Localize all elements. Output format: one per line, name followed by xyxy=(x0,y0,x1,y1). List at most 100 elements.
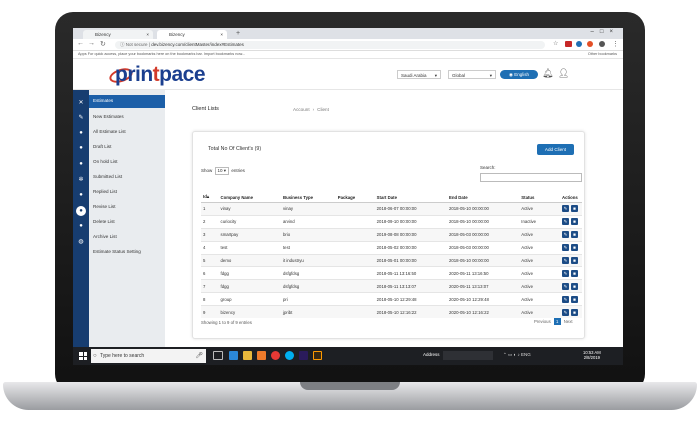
col-company[interactable]: Company Name xyxy=(218,192,281,203)
premiere-icon[interactable] xyxy=(299,351,308,360)
delete-icon[interactable]: ■ xyxy=(571,269,578,277)
windows-start-icon[interactable] xyxy=(79,352,87,360)
taskbar-search-input[interactable]: ○ Type here to search 🎤︎ xyxy=(91,349,206,363)
cog-icon[interactable]: ✲ xyxy=(73,176,89,184)
system-tray[interactable]: ⌃ ▭ ◐ ♪ ENG xyxy=(503,352,531,358)
sidebar-item-revise[interactable]: Revise List xyxy=(93,204,115,210)
chrome-icon[interactable] xyxy=(271,351,280,360)
folder-icon[interactable] xyxy=(243,351,252,360)
user-icon[interactable]: 👤︎ xyxy=(558,68,569,79)
delete-icon[interactable]: ■ xyxy=(571,308,578,316)
skype-icon[interactable] xyxy=(285,351,294,360)
users-icon[interactable]: ● xyxy=(73,160,89,168)
extension-icon[interactable] xyxy=(565,41,572,47)
star-icon[interactable]: ☆ xyxy=(553,40,558,47)
cell-actions: ✎ ■ xyxy=(560,214,582,229)
sidebar-item-on-hold[interactable]: On hold List xyxy=(93,159,118,165)
illustrator-icon[interactable] xyxy=(313,351,322,360)
language-indicator[interactable]: ENG xyxy=(521,352,531,357)
group-icon[interactable]: ● xyxy=(73,222,89,230)
entries-value: 10 xyxy=(217,168,223,173)
globe-icon[interactable]: ◍ xyxy=(73,238,89,246)
table-row: 1 vinay vinay 2018-06-07 00:00:00 2018-0… xyxy=(201,202,582,216)
edge-icon[interactable] xyxy=(229,351,238,360)
taskbar-address-input[interactable] xyxy=(443,351,493,360)
delete-icon[interactable]: ■ xyxy=(571,257,578,264)
col-start-date[interactable]: Start Date xyxy=(374,192,447,203)
sidebar-item-all-estimates[interactable]: All Estimate List xyxy=(93,129,126,135)
delete-icon[interactable]: ■ xyxy=(571,244,578,252)
browser-tab-1[interactable]: Bizency × xyxy=(83,30,153,39)
language-button[interactable]: ◉ English xyxy=(500,70,538,79)
task-view-icon[interactable] xyxy=(213,351,223,360)
table-row: 3 smartpay brio 2019-08-08 00:00:00 2018… xyxy=(201,227,582,242)
col-package[interactable]: Package xyxy=(335,192,375,203)
country-select[interactable]: Saudi Arabia ▾ xyxy=(397,70,441,79)
delete-icon[interactable]: ■ xyxy=(571,205,578,213)
back-icon[interactable]: ← xyxy=(77,40,84,47)
prev-page-button[interactable]: Previous xyxy=(534,319,551,324)
cell-id: 7 xyxy=(201,279,219,293)
edit-icon[interactable]: ✎ xyxy=(562,269,569,277)
close-icon[interactable]: × xyxy=(220,30,223,39)
group-icon[interactable]: ● xyxy=(73,191,89,199)
edit-icon[interactable]: ✎ xyxy=(562,308,569,316)
edit-icon[interactable]: ✎ xyxy=(562,218,569,226)
sidebar-item-label[interactable]: Estimates xyxy=(93,98,113,104)
edit-icon[interactable]: ✎ xyxy=(562,205,569,213)
sidebar-item-archive[interactable]: Archive List xyxy=(93,234,117,240)
delete-icon[interactable]: ■ xyxy=(571,231,578,239)
col-status[interactable]: Status xyxy=(519,192,560,203)
edit-icon[interactable]: ✎ xyxy=(562,282,569,290)
reload-icon[interactable]: ↻ xyxy=(100,40,106,48)
close-icon[interactable]: × xyxy=(146,30,149,39)
edit-icon[interactable]: ✎ xyxy=(562,295,569,303)
sidebar-item-new-estimates[interactable]: New Estimates xyxy=(93,114,124,120)
sidebar-item-draft[interactable]: Draft List xyxy=(93,144,111,150)
bell-icon[interactable]: 🔔︎ xyxy=(542,68,553,79)
page-1-button[interactable]: 1 xyxy=(553,318,561,325)
clock[interactable]: 10:53 AM 2/8/2019 xyxy=(583,350,601,360)
mic-icon[interactable]: 🎤︎ xyxy=(195,349,203,363)
app-icon[interactable] xyxy=(257,351,266,360)
breadcrumb-account[interactable]: Account xyxy=(293,107,310,112)
forward-icon[interactable]: → xyxy=(88,40,95,47)
extension-icon[interactable] xyxy=(587,41,593,47)
logo[interactable]: printpace xyxy=(115,64,206,85)
sidebar-item-delete[interactable]: Delete List xyxy=(93,219,115,225)
close-icon[interactable]: ✕ xyxy=(73,99,89,107)
other-bookmarks[interactable]: Other bookmarks xyxy=(588,51,617,58)
edit-icon[interactable]: ✎ xyxy=(562,244,569,252)
edit-icon[interactable]: ✎ xyxy=(562,257,569,264)
scope-select[interactable]: Global ▾ xyxy=(448,70,496,79)
menu-icon[interactable]: ⋮ xyxy=(612,40,619,48)
new-tab-icon[interactable]: + xyxy=(236,30,240,38)
url-input[interactable]: ⓘ Not secure | dev.bizency.com/clientMas… xyxy=(115,40,545,49)
search-input[interactable] xyxy=(480,173,582,182)
window-controls[interactable]: –□× xyxy=(591,29,619,35)
sidebar-item-status-setting[interactable]: Estimate Status Setting xyxy=(93,249,141,255)
add-client-button[interactable]: Add Client xyxy=(537,144,574,155)
profile-icon[interactable] xyxy=(599,41,605,47)
group-icon[interactable]: ● xyxy=(73,129,89,137)
circle-icon[interactable]: ● xyxy=(76,206,86,216)
entries-select[interactable]: 10 ▾ xyxy=(214,167,230,175)
sidebar-item-replied[interactable]: Replied List xyxy=(93,189,117,195)
col-business[interactable]: Business Type xyxy=(280,192,336,203)
delete-icon[interactable]: ■ xyxy=(571,282,578,290)
browser-tab-2[interactable]: Bizency × xyxy=(157,30,227,39)
cell-start: 2018-05-11 13:16:50 xyxy=(374,266,447,280)
wrench-icon[interactable]: ✎ xyxy=(73,114,89,122)
col-end-date[interactable]: End Date xyxy=(446,192,520,203)
cell-start: 2018-05-01 00:00:00 xyxy=(374,253,447,267)
next-page-button[interactable]: Next xyxy=(564,319,573,324)
bookmarks-hint[interactable]: Apps For quick access, place your bookma… xyxy=(78,51,245,58)
edit-icon[interactable]: ✎ xyxy=(562,231,569,239)
col-id[interactable]: Id▴ xyxy=(201,192,219,203)
cell-package xyxy=(335,305,375,319)
extension-icon[interactable] xyxy=(576,41,582,47)
users-icon[interactable]: ● xyxy=(73,144,89,152)
delete-icon[interactable]: ■ xyxy=(571,295,578,303)
delete-icon[interactable]: ■ xyxy=(571,218,578,226)
sidebar-item-submitted[interactable]: Submitted List xyxy=(93,174,122,180)
